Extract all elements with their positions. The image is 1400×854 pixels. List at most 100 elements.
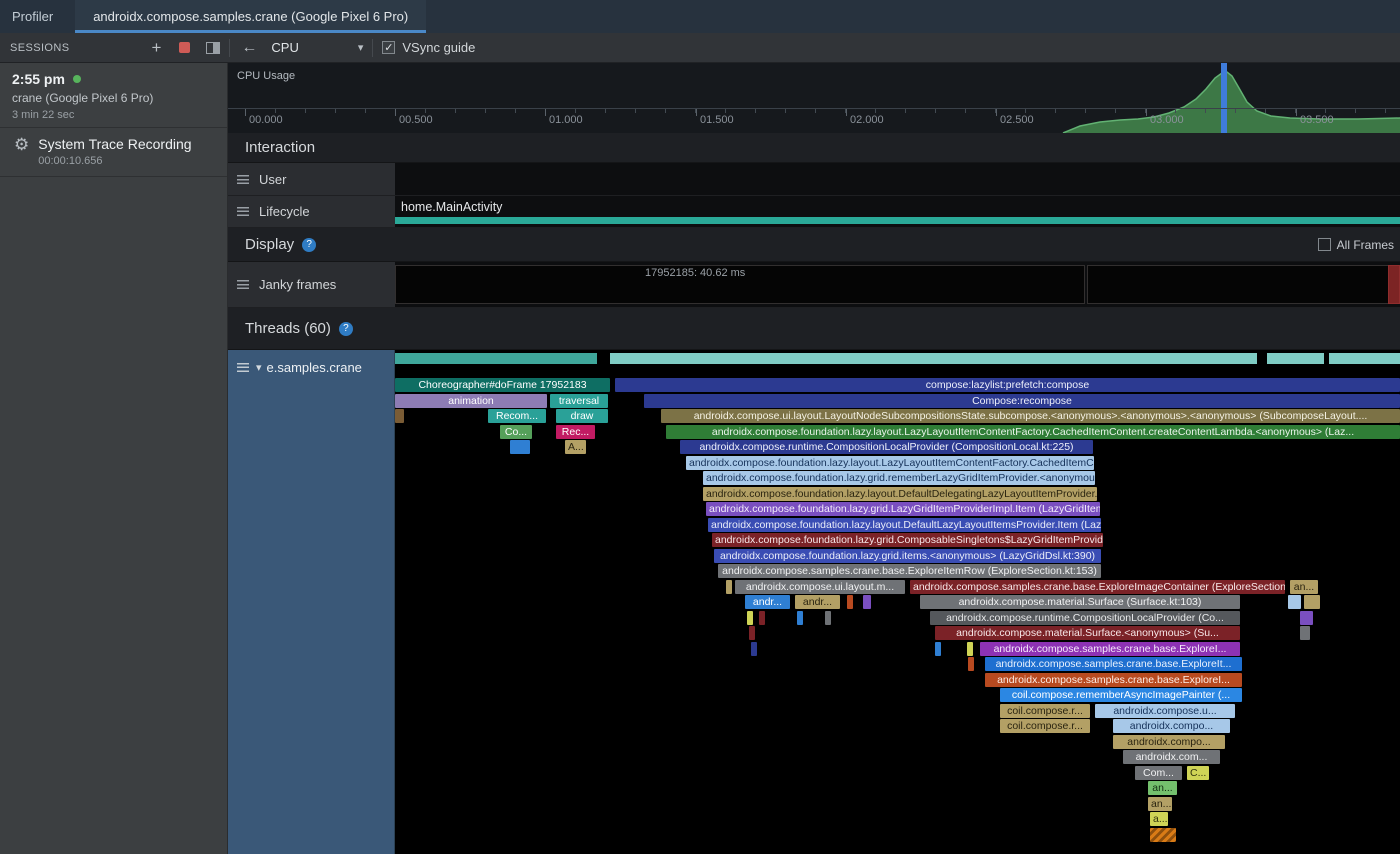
flame-bar[interactable]: Recom... (488, 409, 546, 423)
flame-bar[interactable] (935, 642, 941, 656)
flame-bar[interactable]: Rec... (556, 425, 595, 439)
flame-bar[interactable] (825, 611, 831, 625)
drag-handle-icon[interactable] (237, 363, 249, 372)
flame-bar[interactable]: androidx.compose.foundation.lazy.layout.… (686, 456, 1094, 470)
flame-bar[interactable]: androidx.compose.runtime.CompositionLoca… (930, 611, 1240, 625)
flame-bar[interactable]: androidx.compose.foundation.lazy.grid.Co… (712, 533, 1103, 547)
flame-bar[interactable]: androidx.compose.foundation.lazy.layout.… (703, 487, 1097, 501)
flame-bar[interactable] (747, 611, 753, 625)
flame-bar[interactable] (847, 595, 853, 609)
ruler-tick: 00.500 (395, 109, 396, 116)
thread-label-panel[interactable]: ▾ e.samples.crane (228, 350, 395, 854)
flame-bar[interactable]: androidx.compose.ui.layout.m... (735, 580, 905, 594)
session-tab[interactable]: androidx.compose.samples.crane (Google P… (75, 0, 426, 33)
flame-bar[interactable] (1150, 828, 1176, 842)
flame-bar[interactable] (751, 642, 757, 656)
thread-state-segment[interactable] (395, 353, 597, 364)
flame-bar[interactable]: androidx.compo... (1113, 719, 1230, 733)
flame-bar[interactable]: C... (1187, 766, 1209, 780)
ruler-tick: 02.000 (846, 109, 847, 116)
flame-bar[interactable]: androidx.compose.foundation.lazy.grid.it… (714, 549, 1101, 563)
cpu-usage-track[interactable]: CPU Usage 00.00000.50001.00001.50002.000… (228, 63, 1400, 133)
collapse-panel-icon[interactable] (206, 42, 220, 54)
flame-bar[interactable]: an... (1290, 580, 1318, 594)
flame-bar[interactable] (759, 611, 765, 625)
drag-handle-icon[interactable] (237, 280, 249, 289)
back-arrow-icon[interactable]: ← (241, 40, 257, 56)
janky-frame-bar[interactable] (1388, 265, 1400, 304)
all-frames-checkbox[interactable] (1318, 238, 1331, 251)
help-icon[interactable]: ? (339, 322, 353, 336)
flame-bar[interactable]: androidx.compose.foundation.lazy.layout.… (708, 518, 1101, 532)
flame-bar[interactable]: androidx.compose.samples.crane.base.Expl… (718, 564, 1101, 578)
stop-recording-icon[interactable] (179, 42, 190, 53)
user-track-label[interactable]: User (228, 163, 395, 196)
flame-bar[interactable]: androidx.com... (1123, 750, 1220, 764)
flame-bar[interactable] (1300, 611, 1313, 625)
thread-state-segment[interactable] (1329, 353, 1400, 364)
flame-bar[interactable]: animation (395, 394, 547, 408)
flame-bar[interactable]: androidx.compose.foundation.lazy.grid.re… (703, 471, 1095, 485)
flame-bar[interactable]: andr... (745, 595, 790, 609)
flame-bar[interactable]: traversal (550, 394, 608, 408)
help-icon[interactable]: ? (302, 238, 316, 252)
flame-bar[interactable]: A... (565, 440, 586, 454)
flame-bar[interactable]: an... (1148, 781, 1177, 795)
flame-bar[interactable]: androidx.compo... (1113, 735, 1225, 749)
flame-bar[interactable] (863, 595, 871, 609)
thread-state-segment[interactable] (610, 353, 1257, 364)
flame-bar[interactable] (1304, 595, 1320, 609)
ruler-tick: 00.000 (245, 109, 246, 116)
flame-bar[interactable] (726, 580, 732, 594)
flame-bar[interactable]: androidx.compose.ui.layout.LayoutNodeSub… (661, 409, 1400, 423)
flame-bar[interactable] (1288, 595, 1301, 609)
frame-bar[interactable] (1087, 265, 1400, 304)
lifecycle-track-area[interactable]: home.MainActivity (395, 196, 1400, 228)
flame-bar[interactable]: compose:lazylist:prefetch:compose (615, 378, 1400, 392)
flame-bar[interactable]: coil.compose.r... (1000, 704, 1090, 718)
flame-bar[interactable]: coil.compose.r... (1000, 719, 1090, 733)
flame-bar[interactable]: androidx.compose.material.Surface (Surfa… (920, 595, 1240, 609)
flame-bar[interactable]: androidx.compose.samples.crane.base.Expl… (910, 580, 1285, 594)
flame-bar[interactable]: andr... (795, 595, 840, 609)
expander-caret-icon[interactable]: ▾ (256, 361, 262, 374)
flame-bar[interactable]: androidx.compose.u... (1095, 704, 1235, 718)
flame-bar[interactable]: androidx.compose.foundation.lazy.grid.La… (706, 502, 1100, 516)
lifecycle-activity-bar[interactable] (395, 217, 1400, 224)
flame-bar[interactable]: a... (1150, 812, 1168, 826)
flame-bar[interactable]: Compose:recompose (644, 394, 1400, 408)
flame-bar[interactable] (967, 642, 973, 656)
janky-frames-track-label[interactable]: Janky frames (228, 262, 395, 308)
all-frames-group[interactable]: All Frames (1318, 238, 1394, 252)
flame-bar[interactable]: draw (556, 409, 608, 423)
cpu-view-dropdown[interactable]: CPU ▾ (271, 40, 363, 55)
vsync-checkbox[interactable]: ✓ (382, 41, 395, 54)
janky-frames-track-area[interactable]: 17952185: 40.62 ms (395, 262, 1400, 308)
add-session-icon[interactable]: + (151, 40, 161, 56)
flame-bar[interactable]: Com... (1135, 766, 1182, 780)
recording-item[interactable]: ⚙ System Trace Recording 00:00:10.656 (0, 128, 227, 176)
lifecycle-track-label[interactable]: Lifecycle (228, 196, 395, 228)
flame-bar[interactable]: an... (1148, 797, 1172, 811)
flame-bar[interactable]: androidx.compose.samples.crane.base.Expl… (985, 673, 1242, 687)
flame-bar[interactable]: Co... (500, 425, 532, 439)
flame-bar[interactable]: Choreographer#doFrame 17952183 (395, 378, 610, 392)
flame-bar[interactable]: androidx.compose.samples.crane.base.Expl… (985, 657, 1242, 671)
session-card[interactable]: 2:55 pm crane (Google Pixel 6 Pro) 3 min… (0, 63, 227, 127)
flame-bar[interactable]: coil.compose.rememberAsyncImagePainter (… (1000, 688, 1242, 702)
cpu-view-dropdown-value: CPU (271, 40, 298, 55)
flame-bar[interactable]: androidx.compose.samples.crane.base.Expl… (980, 642, 1240, 656)
flame-bar[interactable] (797, 611, 803, 625)
flame-bar[interactable] (510, 440, 530, 454)
thread-state-segment[interactable] (1267, 353, 1324, 364)
flame-bar[interactable]: androidx.compose.runtime.CompositionLoca… (680, 440, 1093, 454)
drag-handle-icon[interactable] (237, 175, 249, 184)
flame-bar[interactable] (749, 626, 755, 640)
flame-bar[interactable] (968, 657, 974, 671)
flame-bar[interactable] (395, 409, 404, 423)
flame-bar[interactable]: androidx.compose.material.Surface.<anony… (935, 626, 1240, 640)
user-track-area[interactable] (395, 163, 1400, 196)
flame-bar[interactable] (1300, 626, 1310, 640)
flame-bar[interactable]: androidx.compose.foundation.lazy.layout.… (666, 425, 1400, 439)
drag-handle-icon[interactable] (237, 207, 249, 216)
